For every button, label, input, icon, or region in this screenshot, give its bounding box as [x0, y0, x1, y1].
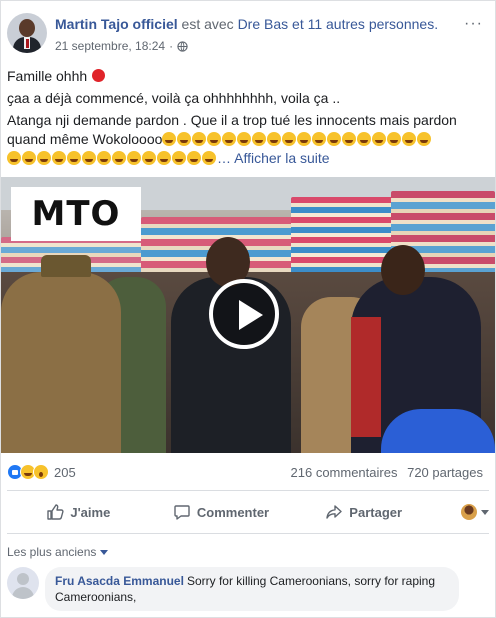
laughing-face-emoji — [192, 132, 207, 146]
laughing-face-emoji — [207, 132, 222, 146]
wow-reaction-icon — [33, 464, 49, 480]
laughing-face-emoji — [67, 151, 81, 165]
shares-count-link[interactable]: 720 partages — [407, 465, 483, 480]
share-button[interactable]: Partager — [292, 503, 435, 521]
laughing-face-emoji — [342, 132, 357, 146]
like-button[interactable]: J'aime — [7, 503, 150, 521]
laughing-face-emoji — [202, 151, 216, 165]
officer-cap — [41, 255, 91, 277]
laughing-face-emoji — [162, 132, 177, 146]
post-actions: J'aime Commenter Partager — [7, 498, 490, 526]
laughing-face-emoji — [252, 132, 267, 146]
engagement-counts: 216 commentaires 720 partages — [285, 465, 483, 480]
laughing-face-emoji — [172, 151, 186, 165]
post-stats: 205 216 commentaires 720 partages — [7, 462, 483, 482]
reactions-summary[interactable]: 205 — [7, 464, 76, 480]
laughing-face-emoji — [372, 132, 387, 146]
laughing-face-emoji — [142, 151, 156, 165]
laughing-face-emoji — [237, 132, 252, 146]
sort-label: Les plus anciens — [7, 545, 97, 559]
author-name[interactable]: Martin Tajo officiel — [55, 16, 178, 32]
share-label: Partager — [349, 504, 403, 520]
post-meta: 21 septembre, 18:24 · — [55, 39, 188, 53]
comment-author[interactable]: Fru Asacda Emmanuel — [55, 574, 184, 588]
laughing-face-emoji — [282, 132, 297, 146]
laughing-face-emoji — [327, 132, 342, 146]
laughing-face-emoji — [297, 132, 312, 146]
mto-logo: MTO — [11, 187, 141, 241]
laughing-face-emoji — [37, 151, 51, 165]
feed-post: Martin Tajo officiel est avec Dre Bas et… — [0, 0, 496, 618]
laughing-face-emoji — [402, 132, 417, 146]
share-icon — [326, 505, 342, 519]
react-as-selector[interactable] — [435, 504, 490, 520]
divider — [7, 490, 489, 491]
video-player[interactable]: MTO — [1, 177, 495, 453]
comment-sort-dropdown[interactable]: Les plus anciens — [7, 545, 109, 559]
divider — [7, 533, 489, 534]
post-title-line: Martin Tajo officiel est avec Dre Bas et… — [55, 16, 438, 32]
comment-bubble: Fru Asacda Emmanuel Sorry for killing Cam… — [45, 567, 459, 611]
laughing-face-emoji — [387, 132, 402, 146]
tagged-person[interactable]: Dre Bas — [238, 16, 289, 32]
reaction-count: 205 — [54, 464, 76, 480]
post-text-line: quand même Wokoloooo — [7, 130, 489, 149]
laughing-face-emoji — [82, 151, 96, 165]
like-label: J'aime — [70, 504, 111, 520]
laughing-face-emoji — [177, 132, 192, 146]
comments-count-link[interactable]: 216 commentaires — [291, 465, 398, 480]
laughing-face-emoji — [97, 151, 111, 165]
post-text: Famille ohhh ҫaa a déjà commencé, voilà … — [7, 67, 489, 171]
tagged-others[interactable]: et 11 autres personnes. — [292, 16, 438, 32]
post-text-line: … Afficher la suite — [7, 149, 489, 168]
man-head — [381, 245, 425, 295]
laughing-face-emoji — [222, 132, 237, 146]
chevron-down-icon — [481, 509, 490, 515]
meta-separator: · — [169, 39, 174, 53]
laughing-face-emoji — [112, 151, 126, 165]
post-text-line: ҫaa a déjà commencé, voilà ça ohhhhhhhh,… — [7, 90, 341, 106]
laughing-face-emoji — [312, 132, 327, 146]
commenter-avatar[interactable] — [7, 567, 39, 599]
comment-icon — [174, 505, 190, 520]
laughing-face-emoji — [7, 151, 21, 165]
chevron-down-icon — [100, 549, 109, 555]
laughing-face-emoji — [157, 151, 171, 165]
laughing-face-emoji — [417, 132, 432, 146]
laughing-face-emoji — [267, 132, 282, 146]
comment-label: Commenter — [196, 504, 270, 520]
user-avatar — [461, 504, 478, 520]
with-label: est avec — [181, 16, 234, 32]
post-header: Martin Tajo officiel est avec Dre Bas et… — [7, 13, 489, 57]
globe-icon[interactable] — [177, 40, 188, 52]
more-options-icon[interactable]: ··· — [464, 15, 483, 33]
laughing-face-emoji — [52, 151, 66, 165]
see-more-link[interactable]: … Afficher la suite — [217, 150, 330, 166]
laughing-face-emoji — [22, 151, 36, 165]
post-text-line: Atanga nji demande pardon . Que il a tro… — [7, 112, 457, 128]
comment-button[interactable]: Commenter — [150, 503, 293, 521]
officer-figure — [1, 272, 121, 453]
play-icon[interactable] — [209, 279, 279, 349]
thumbs-up-icon — [47, 504, 64, 520]
author-avatar[interactable] — [7, 13, 47, 53]
jacket-stripe — [351, 317, 381, 437]
post-timestamp[interactable]: 21 septembre, 18:24 — [55, 39, 165, 53]
post-text-line: Famille ohhh — [7, 67, 489, 86]
stop-sign-emoji — [92, 69, 106, 82]
blue-object — [381, 409, 495, 453]
laughing-face-emoji — [187, 151, 201, 165]
laughing-face-emoji — [357, 132, 372, 146]
laughing-face-emoji — [127, 151, 141, 165]
